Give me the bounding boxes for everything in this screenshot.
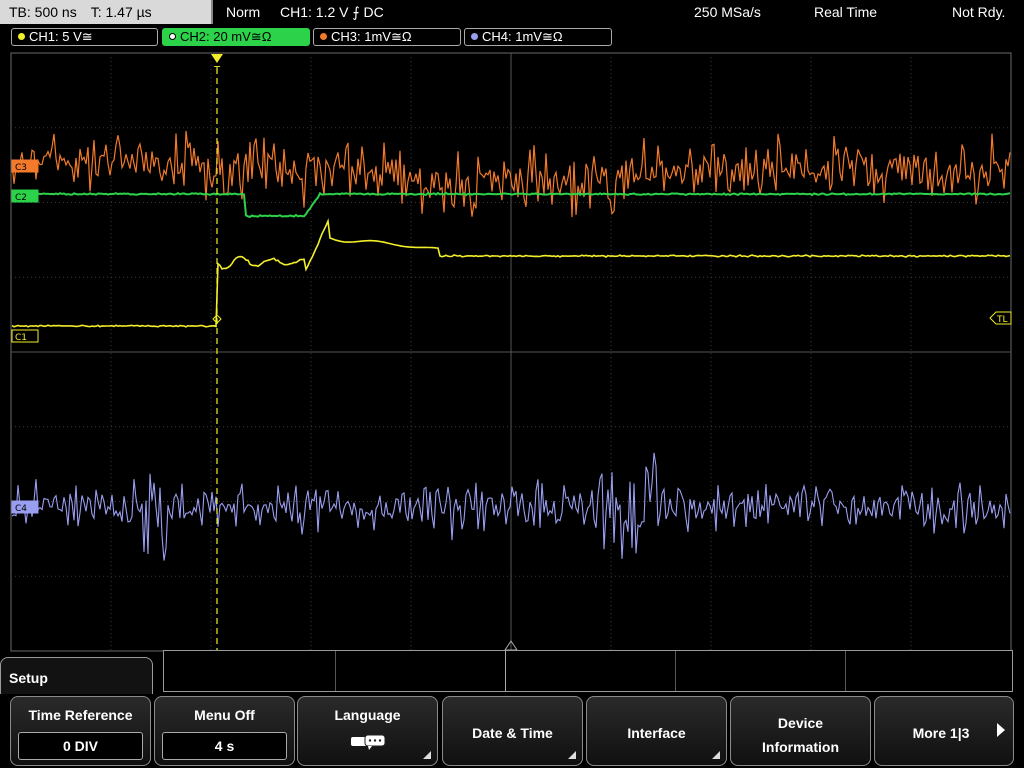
menu-title: Setup xyxy=(9,670,48,686)
menu-off-value: 4 s xyxy=(162,732,287,760)
softkey-label: Interface xyxy=(627,725,686,741)
menu-title-tab: Setup xyxy=(0,657,153,697)
graticule xyxy=(10,52,1012,652)
strip-divider xyxy=(675,651,676,691)
trigger-time-value: T: 1.47 µs xyxy=(90,4,152,20)
channel-tab-ch3[interactable]: CH3: 1mV≅Ω xyxy=(313,28,461,46)
channel-tab-label: CH2: 20 mV≅Ω xyxy=(180,29,272,44)
c4-marker-label: C4 xyxy=(15,504,27,514)
ch4-dot-icon xyxy=(471,33,478,41)
submenu-indicator-icon xyxy=(568,751,576,759)
sample-rate: 250 MSa/s xyxy=(694,4,761,20)
c3-marker-label: C3 xyxy=(15,163,27,173)
softkey-label: Menu Off xyxy=(194,707,255,723)
softkey-label: Time Reference xyxy=(28,707,133,723)
status-bar: TB: 500 ns T: 1.47 µs Norm CH1: 1.2 V ⨍ D… xyxy=(0,0,1024,24)
more-button[interactable]: More 1|3 xyxy=(874,696,1014,766)
channel-tab-ch4[interactable]: CH4: 1mV≅Ω xyxy=(464,28,612,46)
submenu-indicator-icon xyxy=(712,751,720,759)
timebase-box[interactable]: TB: 500 ns T: 1.47 µs xyxy=(0,0,213,24)
softkey-label: Language xyxy=(334,707,401,723)
waveform-display[interactable]: T C1 C2 C3 C4 TL xyxy=(0,50,1024,654)
softkey-label: More 1|3 xyxy=(912,725,970,741)
strip-divider xyxy=(845,651,846,691)
device-information-button[interactable]: Device Information xyxy=(730,696,871,766)
softkey-bar: Time Reference 0 DIV Menu Off 4 s Langua… xyxy=(0,694,1024,768)
ch2-dot-icon xyxy=(169,33,176,41)
c2-marker-label: C2 xyxy=(15,193,27,203)
next-page-icon xyxy=(997,723,1005,737)
language-button[interactable]: Language xyxy=(297,696,438,766)
time-reference-button[interactable]: Time Reference 0 DIV xyxy=(10,696,151,766)
channel-bar: CH1: 5 V≅ CH2: 20 mV≅Ω CH3: 1mV≅Ω CH4: 1… xyxy=(0,26,1024,48)
softkey-label-line1: Device xyxy=(777,715,824,731)
softkey-label-line2: Information xyxy=(762,739,839,755)
time-reference-value: 0 DIV xyxy=(18,732,143,760)
trigger-setting[interactable]: CH1: 1.2 V ⨍ DC xyxy=(280,0,384,24)
trigger-pos-label: T xyxy=(213,65,221,76)
menu-off-button[interactable]: Menu Off 4 s xyxy=(154,696,295,766)
channel-tab-ch2[interactable]: CH2: 20 mV≅Ω xyxy=(162,28,310,46)
channel-tab-ch1[interactable]: CH1: 5 V≅ xyxy=(11,28,158,46)
date-time-button[interactable]: Date & Time xyxy=(442,696,583,766)
channel-tab-label: CH3: 1mV≅Ω xyxy=(331,29,412,44)
acquisition-mode: Real Time xyxy=(814,4,878,20)
speech-bubble-icon xyxy=(350,734,385,750)
softkey-label: Date & Time xyxy=(472,725,553,741)
ch3-dot-icon xyxy=(320,33,327,41)
ch1-dot-icon xyxy=(18,33,25,41)
acquisition-state: Not Rdy. xyxy=(952,4,1006,20)
strip-center-line xyxy=(505,651,506,691)
history-strip xyxy=(163,650,1013,692)
interface-button[interactable]: Interface xyxy=(586,696,727,766)
trigger-mode[interactable]: Norm xyxy=(226,0,260,24)
timebase-value: TB: 500 ns xyxy=(9,4,77,20)
channel-tab-label: CH1: 5 V≅ xyxy=(29,29,93,44)
channel-tab-label: CH4: 1mV≅Ω xyxy=(482,29,563,44)
c1-marker-label: C1 xyxy=(15,333,27,343)
strip-divider xyxy=(335,651,336,691)
submenu-indicator-icon xyxy=(423,751,431,759)
trigger-level-label: TL xyxy=(996,315,1008,325)
